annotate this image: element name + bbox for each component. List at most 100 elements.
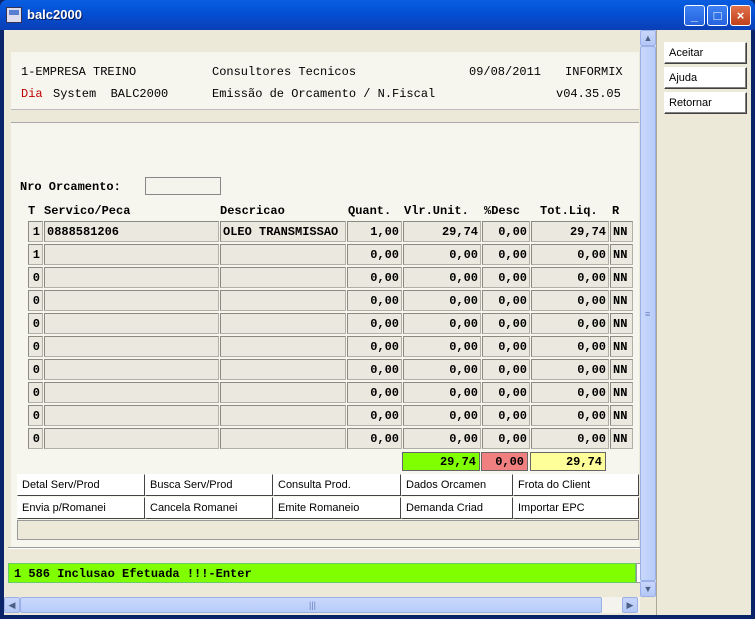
cell-r[interactable]: NN — [610, 428, 633, 449]
minimize-button[interactable]: _ — [684, 5, 705, 26]
cell-r[interactable]: NN — [610, 336, 633, 357]
nro-orcamento-input[interactable] — [145, 177, 221, 195]
cell-t[interactable]: 1 — [28, 221, 43, 242]
cell-tot-liq[interactable]: 0,00 — [531, 290, 609, 311]
cell-r[interactable]: NN — [610, 290, 633, 311]
cell-tot-liq[interactable]: 0,00 — [531, 359, 609, 380]
cell-servico[interactable]: 0888581206 — [44, 221, 219, 242]
cell-vlr-unit[interactable]: 0,00 — [403, 405, 481, 426]
cell-t[interactable]: 0 — [28, 405, 43, 426]
cell-t[interactable]: 0 — [28, 382, 43, 403]
horizontal-scroll-thumb[interactable]: ||| — [20, 597, 602, 613]
demanda-criad-button[interactable]: Demanda Criad — [401, 497, 513, 519]
cell-quant[interactable]: 0,00 — [347, 313, 402, 334]
cell-desc[interactable]: 0,00 — [482, 221, 530, 242]
consulta-prod-button[interactable]: Consulta Prod. — [273, 474, 401, 496]
cell-r[interactable]: NN — [610, 405, 633, 426]
aceitar-button[interactable]: Aceitar — [664, 42, 747, 64]
ajuda-button[interactable]: Ajuda — [664, 67, 747, 89]
cell-r[interactable]: NN — [610, 382, 633, 403]
cell-desc[interactable]: 0,00 — [482, 244, 530, 265]
cell-quant[interactable]: 0,00 — [347, 382, 402, 403]
cell-quant[interactable]: 0,00 — [347, 290, 402, 311]
cancela-romanei-button[interactable]: Cancela Romanei — [145, 497, 273, 519]
cell-tot-liq[interactable]: 0,00 — [531, 336, 609, 357]
cell-descricao[interactable] — [220, 313, 346, 334]
frota-do-client-button[interactable]: Frota do Client — [513, 474, 639, 496]
cell-servico[interactable] — [44, 359, 219, 380]
cell-desc[interactable]: 0,00 — [482, 382, 530, 403]
cell-t[interactable]: 0 — [28, 428, 43, 449]
cell-desc[interactable]: 0,00 — [482, 428, 530, 449]
cell-vlr-unit[interactable]: 0,00 — [403, 290, 481, 311]
cell-servico[interactable] — [44, 382, 219, 403]
vertical-scroll-thumb[interactable]: ≡ — [640, 46, 656, 581]
cell-descricao[interactable] — [220, 336, 346, 357]
cell-tot-liq[interactable]: 0,00 — [531, 428, 609, 449]
cell-quant[interactable]: 0,00 — [347, 359, 402, 380]
cell-servico[interactable] — [44, 313, 219, 334]
scroll-down-icon[interactable]: ▼ — [640, 581, 656, 597]
cell-quant[interactable]: 0,00 — [347, 428, 402, 449]
cell-tot-liq[interactable]: 0,00 — [531, 405, 609, 426]
cell-quant[interactable]: 0,00 — [347, 405, 402, 426]
cell-r[interactable]: NN — [610, 244, 633, 265]
cell-vlr-unit[interactable]: 29,74 — [403, 221, 481, 242]
cell-descricao[interactable] — [220, 244, 346, 265]
title-bar[interactable]: balc2000 _ □ × — [0, 0, 755, 30]
cell-servico[interactable] — [44, 336, 219, 357]
cell-t[interactable]: 1 — [28, 244, 43, 265]
cell-desc[interactable]: 0,00 — [482, 290, 530, 311]
emite-romaneio-button[interactable]: Emite Romaneio — [273, 497, 401, 519]
retornar-button[interactable]: Retornar — [664, 92, 747, 114]
cell-vlr-unit[interactable]: 0,00 — [403, 267, 481, 288]
cell-r[interactable]: NN — [610, 359, 633, 380]
scroll-right-icon[interactable]: ▶ — [622, 597, 638, 613]
cell-descricao[interactable] — [220, 359, 346, 380]
dados-orcamen-button[interactable]: Dados Orcamen — [401, 474, 513, 496]
cell-desc[interactable]: 0,00 — [482, 359, 530, 380]
cell-t[interactable]: 0 — [28, 267, 43, 288]
cell-servico[interactable] — [44, 405, 219, 426]
cell-r[interactable]: NN — [610, 267, 633, 288]
cell-descricao[interactable]: OLEO TRANSMISSAO — [220, 221, 346, 242]
app-icon[interactable] — [6, 7, 22, 23]
cell-descricao[interactable] — [220, 405, 346, 426]
maximize-button[interactable]: □ — [707, 5, 728, 26]
cell-descricao[interactable] — [220, 382, 346, 403]
scroll-up-icon[interactable]: ▲ — [640, 30, 656, 46]
cell-quant[interactable]: 0,00 — [347, 267, 402, 288]
cell-tot-liq[interactable]: 0,00 — [531, 244, 609, 265]
cell-t[interactable]: 0 — [28, 313, 43, 334]
envia-p-romanei-button[interactable]: Envia p/Romanei — [17, 497, 145, 519]
cell-tot-liq[interactable]: 0,00 — [531, 267, 609, 288]
cell-desc[interactable]: 0,00 — [482, 405, 530, 426]
horizontal-scrollbar[interactable]: ◀ ||| ▶ — [4, 597, 640, 613]
cell-servico[interactable] — [44, 290, 219, 311]
cell-r[interactable]: NN — [610, 313, 633, 334]
cell-r[interactable]: NN — [610, 221, 633, 242]
cell-descricao[interactable] — [220, 290, 346, 311]
cell-desc[interactable]: 0,00 — [482, 267, 530, 288]
cell-vlr-unit[interactable]: 0,00 — [403, 428, 481, 449]
cell-t[interactable]: 0 — [28, 336, 43, 357]
importar-epc-button[interactable]: Importar EPC — [513, 497, 639, 519]
cell-servico[interactable] — [44, 267, 219, 288]
cell-servico[interactable] — [44, 428, 219, 449]
cell-vlr-unit[interactable]: 0,00 — [403, 359, 481, 380]
cell-servico[interactable] — [44, 244, 219, 265]
cell-quant[interactable]: 0,00 — [347, 244, 402, 265]
cell-vlr-unit[interactable]: 0,00 — [403, 382, 481, 403]
cell-desc[interactable]: 0,00 — [482, 313, 530, 334]
cell-tot-liq[interactable]: 0,00 — [531, 313, 609, 334]
cell-t[interactable]: 0 — [28, 290, 43, 311]
cell-desc[interactable]: 0,00 — [482, 336, 530, 357]
cell-vlr-unit[interactable]: 0,00 — [403, 336, 481, 357]
close-button[interactable]: × — [730, 5, 751, 26]
scroll-left-icon[interactable]: ◀ — [4, 597, 20, 613]
busca-serv-prod-button[interactable]: Busca Serv/Prod — [145, 474, 273, 496]
cell-vlr-unit[interactable]: 0,00 — [403, 244, 481, 265]
cell-t[interactable]: 0 — [28, 359, 43, 380]
cell-quant[interactable]: 0,00 — [347, 336, 402, 357]
cell-tot-liq[interactable]: 29,74 — [531, 221, 609, 242]
